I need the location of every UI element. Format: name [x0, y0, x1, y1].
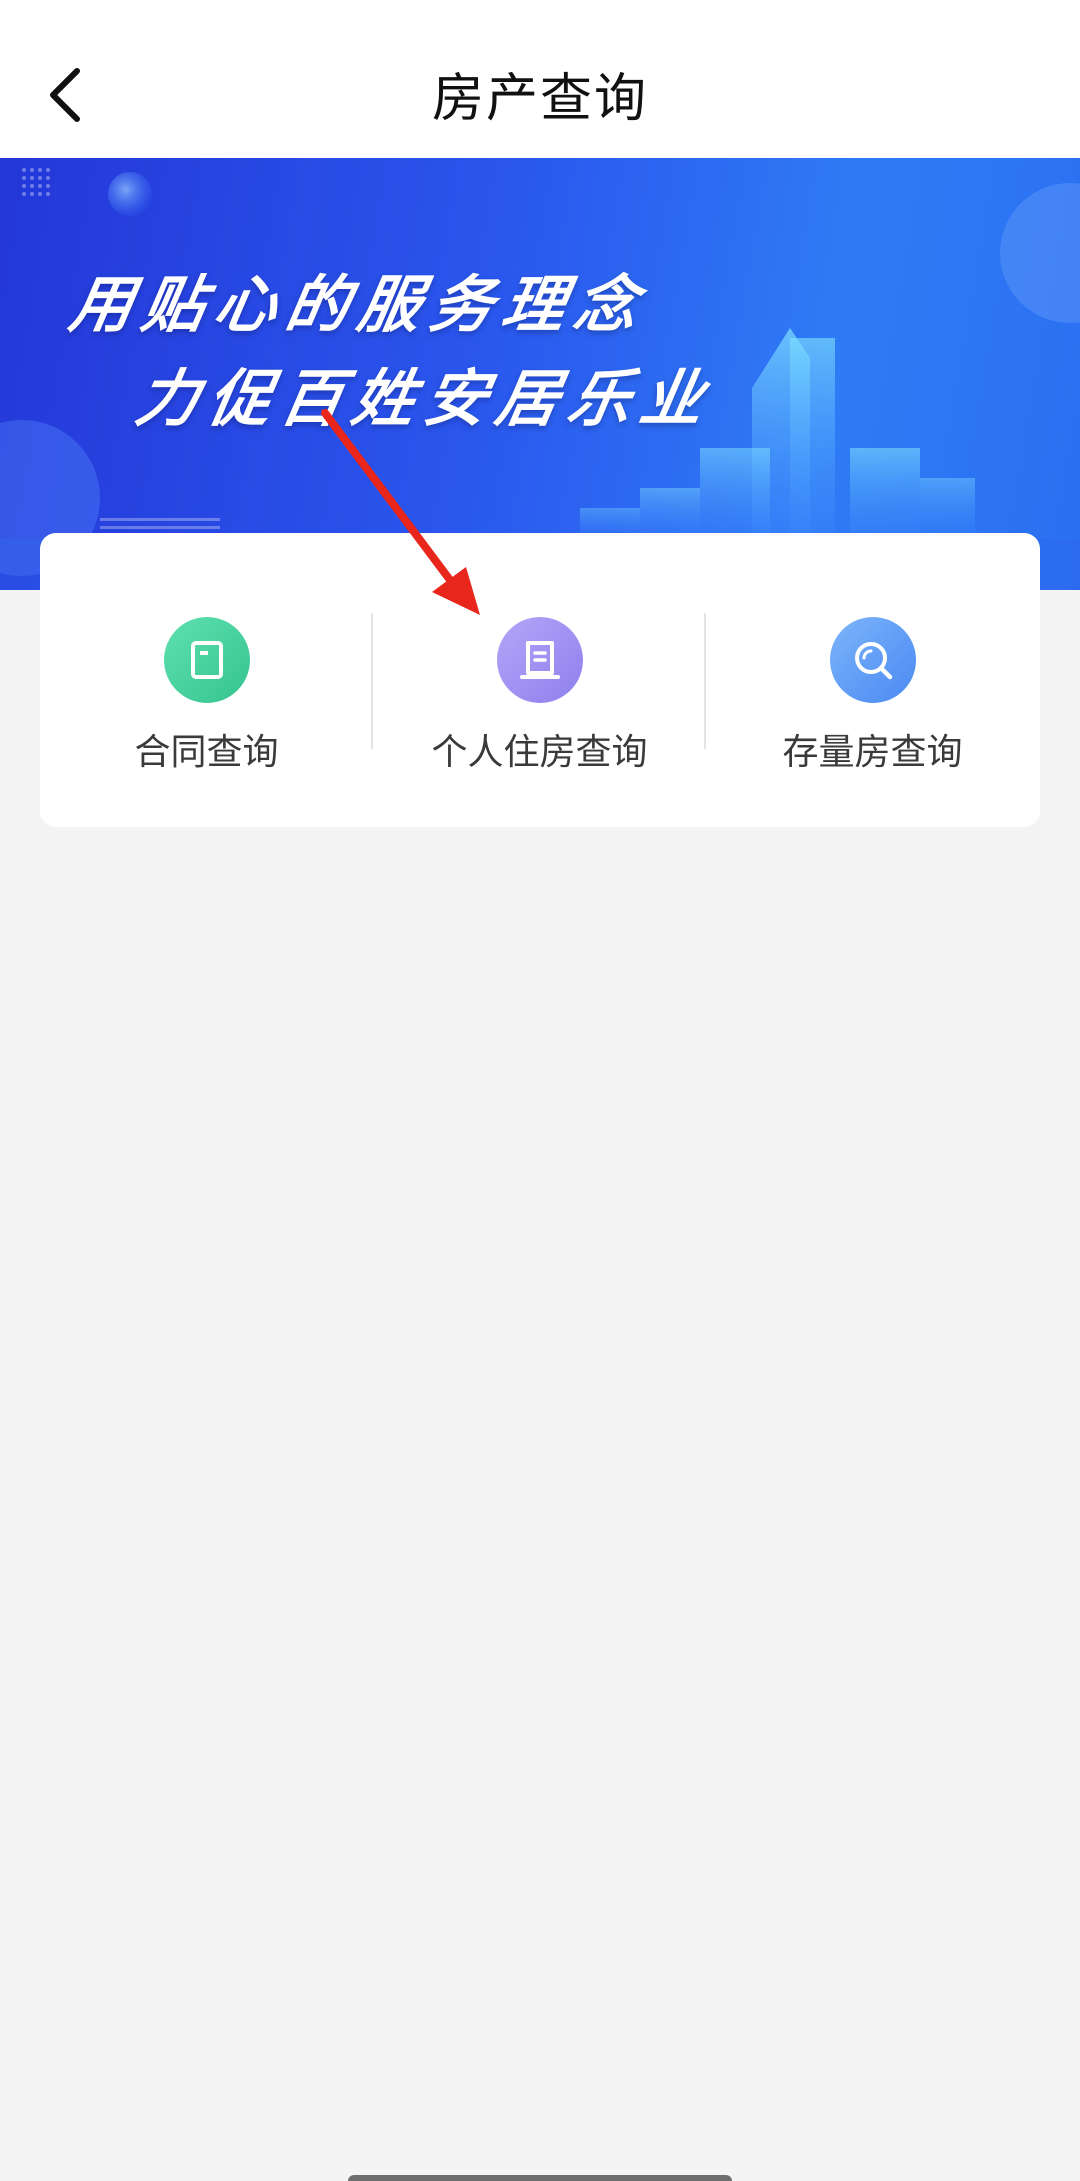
banner-slogan-line1: 用贴心的服务理念 [64, 268, 654, 341]
contract-icon [163, 617, 250, 703]
personal-housing-query-label: 个人住房查询 [431, 732, 648, 773]
page-title: 房产查询 [431, 69, 648, 129]
document-icon [496, 617, 583, 703]
search-icon [829, 617, 916, 703]
existing-housing-query-button[interactable]: 存量房查询 [706, 533, 1039, 827]
page: 房产查询 用贴心的服务理念 力促百姓安居乐业 合同查询 个人住房查询 存量房查询 [0, 0, 1080, 2181]
contract-query-label: 合同查询 [134, 732, 279, 773]
service-card: 合同查询 个人住房查询 存量房查询 [40, 533, 1040, 827]
personal-housing-query-button[interactable]: 个人住房查询 [373, 533, 706, 827]
navigation-bar: 房产查询 [0, 0, 1080, 158]
home-indicator[interactable] [348, 2175, 732, 2181]
banner: 用贴心的服务理念 力促百姓安居乐业 [0, 158, 1080, 590]
existing-housing-query-label: 存量房查询 [782, 732, 963, 773]
contract-query-button[interactable]: 合同查询 [40, 533, 373, 827]
banner-slogan-line2: 力促百姓安居乐业 [130, 362, 720, 435]
